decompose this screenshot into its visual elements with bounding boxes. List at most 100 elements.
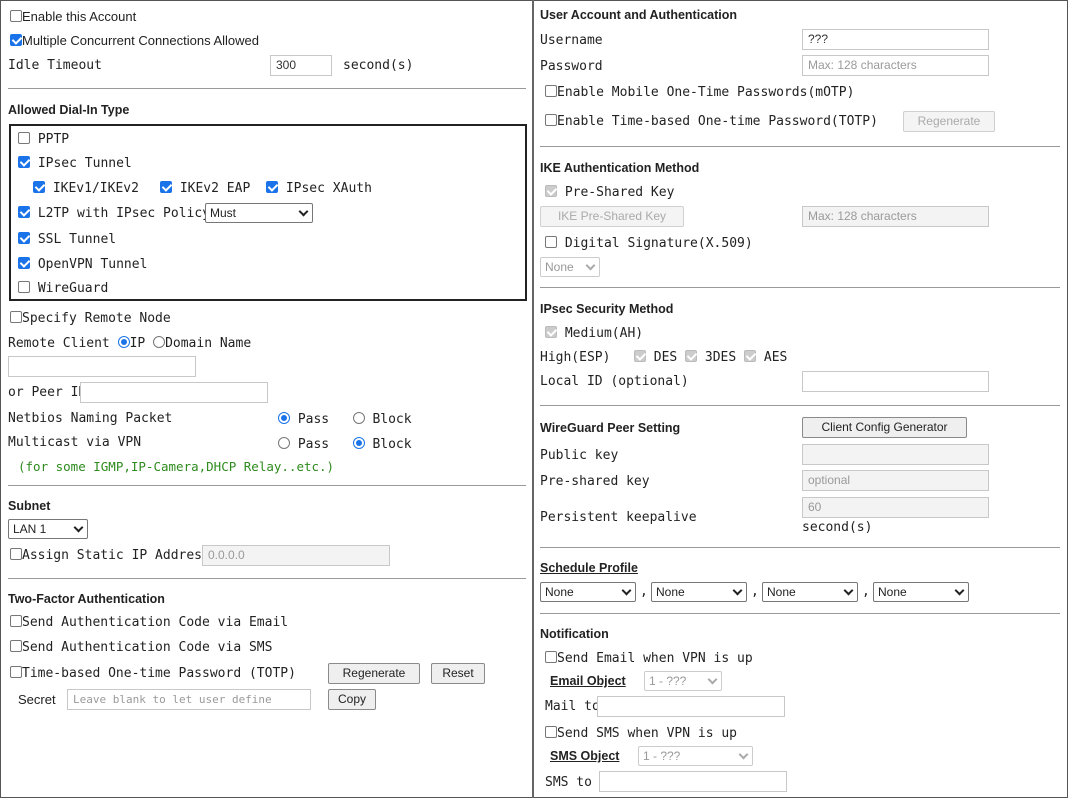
medium-checkbox[interactable] (545, 326, 557, 338)
des-checkbox[interactable] (633, 350, 646, 362)
peer-id-input[interactable] (80, 382, 268, 403)
enable-account-row[interactable]: Enable this Account (10, 9, 136, 25)
ikev2eap-checkbox[interactable] (160, 181, 172, 193)
pptp-row[interactable]: PPTP (18, 132, 69, 147)
public-key-input[interactable] (802, 444, 989, 465)
pptp-checkbox[interactable] (18, 132, 30, 144)
wireguard-checkbox[interactable] (18, 281, 30, 293)
ikev1-row[interactable]: IKEv1/IKEv2 (33, 181, 139, 196)
email-code-row[interactable]: Send Authentication Code via Email (10, 615, 288, 630)
netbios-pass-label: Pass (297, 412, 330, 427)
specify-remote-label: Specify Remote Node (22, 311, 171, 326)
multicast-block-radio[interactable] (352, 437, 365, 449)
notif-title: Notification (540, 627, 609, 641)
send-email-row[interactable]: Send Email when VPN is up (545, 651, 753, 666)
multiple-connections-row[interactable]: Multiple Concurrent Connections Allowed (10, 33, 259, 49)
psk-input[interactable]: Max: 128 characters (802, 206, 989, 227)
aes-checkbox[interactable] (744, 350, 757, 362)
specify-remote-row[interactable]: Specify Remote Node (10, 311, 171, 326)
l2tp-row[interactable]: L2TP with IPsec Policy (18, 206, 210, 221)
static-ip-input[interactable]: 0.0.0.0 (202, 545, 390, 566)
ike-title: IKE Authentication Method (540, 161, 700, 175)
domain-radio[interactable] (153, 336, 166, 348)
wireguard-row[interactable]: WireGuard (18, 281, 108, 296)
totp-enable-row[interactable]: Enable Time-based One-time Password(TOTP… (545, 114, 878, 129)
netbios-pass-radio[interactable] (278, 412, 290, 424)
digital-sig-checkbox[interactable] (545, 236, 557, 248)
openvpn-checkbox[interactable] (18, 257, 30, 269)
client-config-button[interactable]: Client Config Generator (802, 417, 967, 438)
totp-enable-label: Enable Time-based One-time Password(TOTP… (557, 114, 878, 129)
ikev2eap-row[interactable]: IKEv2 EAP (160, 181, 250, 196)
schedule-select-3[interactable]: None (762, 582, 858, 602)
ipsec-xauth-row[interactable]: IPsec XAuth (266, 181, 372, 196)
send-sms-checkbox[interactable] (545, 726, 557, 738)
totp-enable-checkbox[interactable] (545, 114, 557, 126)
ikev1-checkbox[interactable] (33, 181, 45, 193)
ipsec-xauth-checkbox[interactable] (266, 181, 278, 193)
netbios-block-radio[interactable] (352, 412, 365, 424)
regenerate-button-disabled[interactable]: Regenerate (903, 111, 995, 132)
assign-static-row[interactable]: Assign Static IP Address (10, 548, 210, 563)
netbios-options: Pass Block (278, 412, 412, 427)
sms-to-input[interactable] (599, 771, 787, 792)
password-placeholder: Max: 128 characters (808, 58, 917, 72)
schedule-title[interactable]: Schedule Profile (540, 561, 638, 575)
schedule-select-2[interactable]: None (651, 582, 747, 602)
schedule-select-1[interactable]: None (540, 582, 636, 602)
ipsec-tunnel-row[interactable]: IPsec Tunnel (18, 156, 132, 171)
public-key-label: Public key (540, 448, 619, 463)
motp-row[interactable]: Enable Mobile One-Time Passwords(mOTP) (545, 85, 854, 100)
password-input[interactable]: Max: 128 characters (802, 55, 989, 76)
preshared-key-input[interactable]: optional (802, 470, 989, 491)
copy-button[interactable]: Copy (328, 689, 376, 710)
l2tp-checkbox[interactable] (18, 206, 30, 218)
username-input[interactable]: ??? (802, 29, 989, 50)
send-email-checkbox[interactable] (545, 651, 557, 663)
sms-code-row[interactable]: Send Authentication Code via SMS (10, 640, 272, 655)
digital-sig-select[interactable]: None (540, 257, 600, 277)
email-object-select[interactable]: 1 - ??? (644, 671, 722, 691)
psk-row[interactable]: Pre-Shared Key (545, 185, 674, 200)
multicast-pass-radio[interactable] (278, 437, 290, 449)
totp-checkbox[interactable] (10, 666, 22, 678)
assign-static-checkbox[interactable] (10, 548, 22, 560)
schedule-select-4[interactable]: None (873, 582, 969, 602)
psk-checkbox[interactable] (545, 185, 557, 197)
motp-checkbox[interactable] (545, 85, 557, 97)
ssl-checkbox[interactable] (18, 232, 30, 244)
l2tp-policy-select[interactable]: Must (205, 203, 313, 223)
email-object-link[interactable]: Email Object (550, 674, 626, 688)
openvpn-row[interactable]: OpenVPN Tunnel (18, 257, 147, 272)
subnet-select[interactable]: LAN 1 (8, 519, 88, 539)
idle-timeout-input[interactable]: 300 (270, 55, 332, 76)
ip-radio[interactable] (117, 336, 130, 348)
mail-to-input[interactable] (597, 696, 785, 717)
sms-object-select[interactable]: 1 - ??? (638, 746, 753, 766)
high-label: High(ESP) (540, 350, 611, 365)
3des-checkbox[interactable] (685, 350, 698, 362)
keepalive-input[interactable]: 60 (802, 497, 989, 518)
ssl-row[interactable]: SSL Tunnel (18, 232, 116, 247)
reset-button[interactable]: Reset (431, 663, 485, 684)
regenerate-button[interactable]: Regenerate (328, 663, 420, 684)
divider (540, 405, 1060, 406)
secret-input[interactable]: Leave blank to let user define (67, 689, 311, 710)
medium-row[interactable]: Medium(AH) (545, 326, 643, 341)
ipsec-tunnel-checkbox[interactable] (18, 156, 30, 168)
specify-remote-checkbox[interactable] (10, 311, 22, 323)
sms-object-link[interactable]: SMS Object (550, 749, 619, 763)
divider (540, 613, 1060, 614)
ike-psk-button[interactable]: IKE Pre-Shared Key (540, 206, 684, 227)
enable-account-checkbox[interactable] (10, 10, 22, 22)
sms-code-checkbox[interactable] (10, 640, 22, 652)
local-id-input[interactable] (802, 371, 989, 392)
digital-sig-row[interactable]: Digital Signature(X.509) (545, 236, 753, 251)
send-sms-row[interactable]: Send SMS when VPN is up (545, 726, 737, 741)
l2tp-label: L2TP with IPsec Policy (37, 206, 211, 221)
uaa-title: User Account and Authentication (540, 8, 738, 22)
remote-client-input[interactable] (8, 356, 196, 377)
email-code-checkbox[interactable] (10, 615, 22, 627)
multiple-connections-checkbox[interactable] (10, 34, 22, 46)
totp-row[interactable]: Time-based One-time Password (TOTP) (10, 666, 296, 681)
